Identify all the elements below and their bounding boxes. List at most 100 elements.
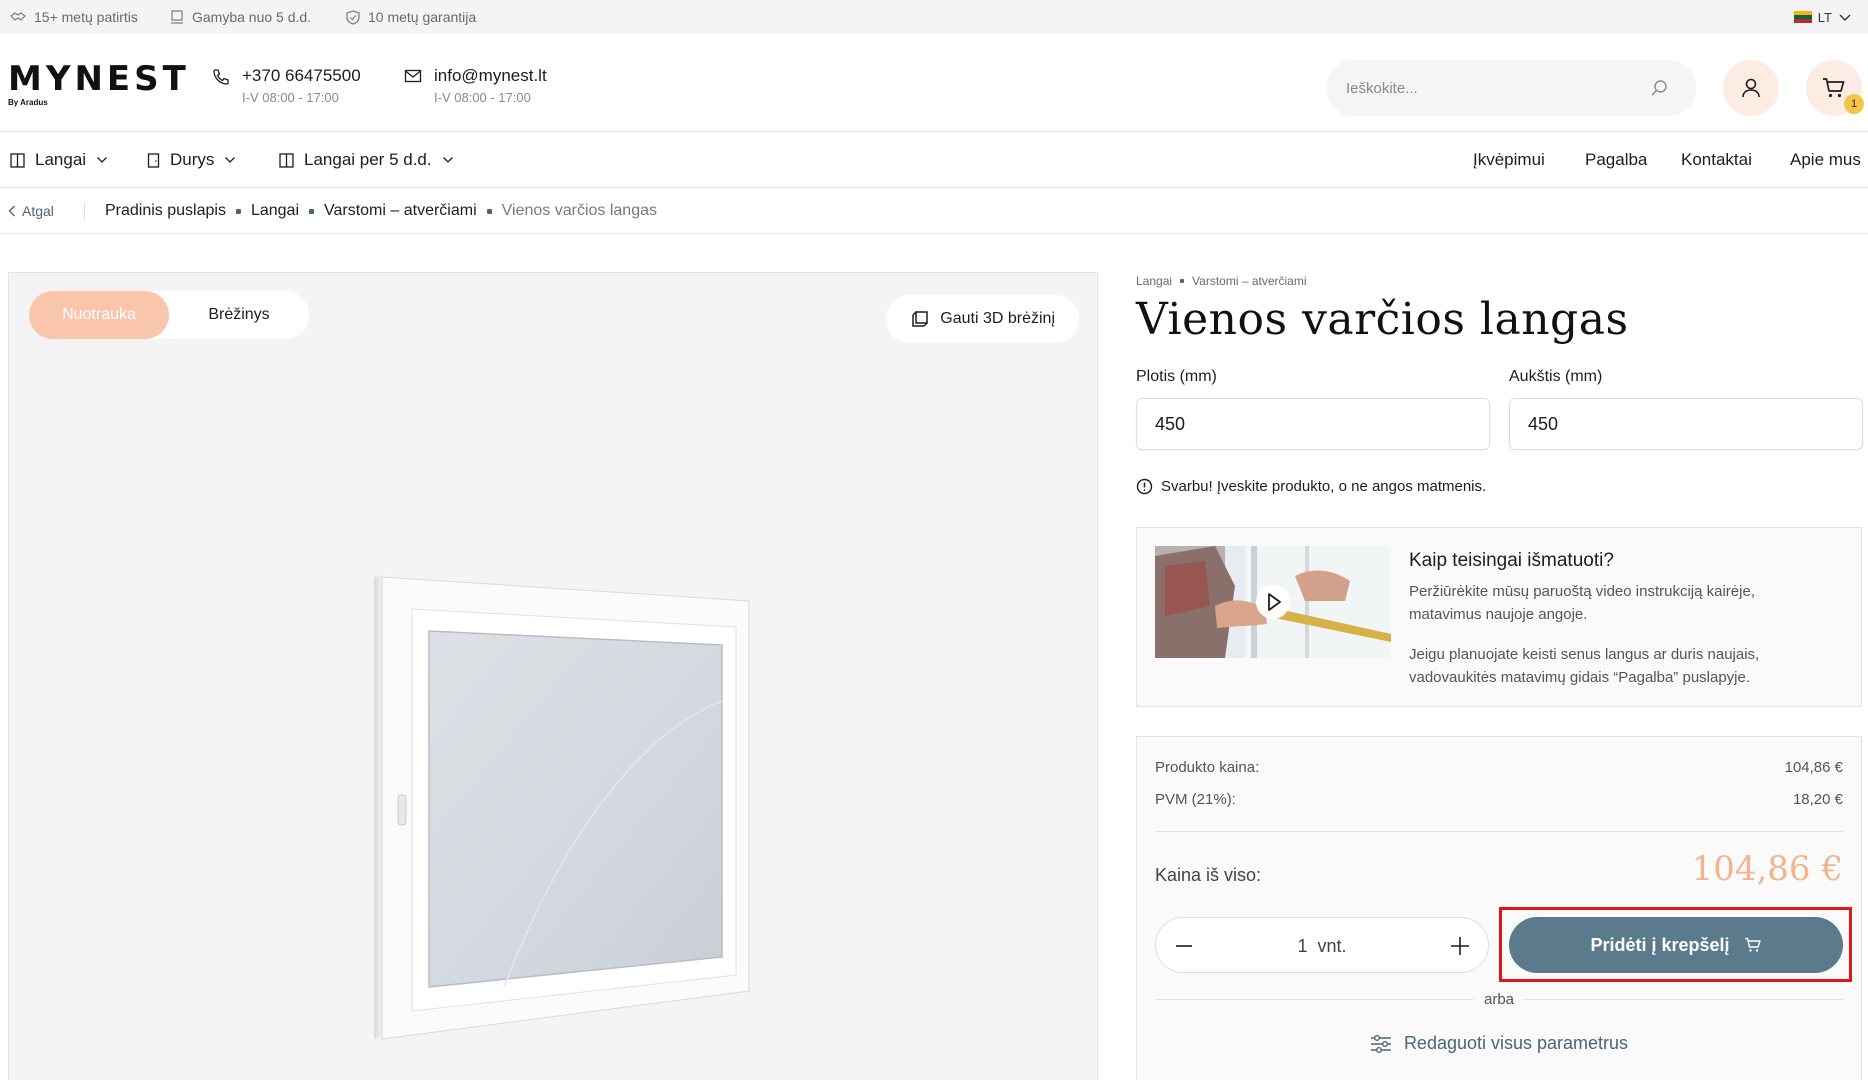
feature-warranty: 10 metų garantija [346,0,476,34]
dimension-warning: Svarbu! Įveskite produkto, o ne angos ma… [1136,478,1486,495]
experience-icon [10,12,26,21]
chevron-down-icon [225,157,236,163]
breadcrumb-separator [1180,279,1185,283]
search-input[interactable] [1346,60,1646,116]
nav-label: Įkvėpimui [1473,150,1545,169]
breadcrumb-list: Pradinis puslapis Langai Varstomi – atve… [105,188,657,234]
or-label: arba [1473,991,1525,1008]
add-to-cart-button[interactable]: Pridėti į krepšelį [1509,917,1843,973]
breadcrumb-item[interactable]: Varstomi – atverčiami [324,202,477,220]
quantity-display[interactable]: 1 vnt. [1212,918,1432,974]
decrease-quantity-button[interactable] [1156,918,1212,974]
email-contact[interactable]: info@mynest.lt I-V 08:00 - 17:00 [404,66,547,105]
height-input[interactable] [1509,398,1863,450]
back-link[interactable]: Atgal [8,188,54,234]
height-label: Aukštis (mm) [1509,368,1603,385]
get-3d-drawing-button[interactable]: Gauti 3D brėžinį [886,295,1079,343]
search-icon[interactable] [1650,79,1668,97]
gallery-tabs: Nuotrauka Brėžinys [29,291,309,339]
nav-item-langai-5dd[interactable]: Langai per 5 d.d. [279,132,454,188]
nav-link-pagalba[interactable]: Pagalba [1585,132,1647,188]
nav-link-kontaktai[interactable]: Kontaktai [1681,132,1752,188]
production-icon [171,10,183,24]
cart-button[interactable]: 1 [1806,60,1864,116]
plus-icon [1451,937,1469,955]
chevron-down-icon [442,157,453,163]
nav-item-langai[interactable]: Langai [10,132,108,188]
chevron-down-icon [1839,14,1851,21]
product-title: Vienos varčios langas [1136,294,1629,345]
vat-row: PVM (21%): 18,20 € [1155,791,1843,808]
width-input[interactable] [1136,398,1490,450]
price-summary: Produkto kaina: 104,86 € PVM (21%): 18,2… [1136,736,1862,1080]
measure-text-guide: Jeigu planuojate keisti senus langus ar … [1409,646,1760,686]
user-icon [1742,78,1760,98]
measure-guide-box: Kaip teisingai išmatuoti? Peržiūrėkite m… [1136,527,1862,707]
breadcrumb-separator [309,208,314,214]
feature-label: Gamyba nuo 5 d.d. [192,9,312,25]
get-3d-label: Gauti 3D brėžinį [940,310,1055,327]
breadcrumb-separator [235,208,241,214]
nav-item-durys[interactable]: Durys [147,132,236,188]
shield-icon [346,9,360,25]
minus-icon [1176,945,1192,947]
vat-value: 18,20 € [1792,791,1843,808]
tab-nuotrauka[interactable]: Nuotrauka [29,291,169,339]
door-icon [147,152,160,168]
search-box [1326,60,1696,116]
logo[interactable]: MYNEST By Aradus [8,62,190,107]
nav-link-apie-mus[interactable]: Apie mus [1790,132,1861,188]
total-price: 104,86 € [1691,849,1843,889]
product-gallery: Nuotrauka Brėžinys Gauti 3D brėžinį [8,272,1098,1080]
category-item[interactable]: Varstomi – atverčiami [1192,274,1306,288]
or-separator: arba [1137,991,1861,1008]
play-icon[interactable] [1255,584,1291,620]
main-navigation: Langai Durys Langai per 5 d.d. Įkvėpimui… [0,132,1868,188]
nav-label: Kontaktai [1681,150,1752,169]
back-label: Atgal [22,203,54,219]
chevron-left-icon [8,205,15,217]
account-button[interactable] [1723,60,1779,116]
warning-text: Svarbu! Įveskite produkto, o ne angos ma… [1161,478,1487,495]
edit-parameters-link[interactable]: Redaguoti visus parametrus [1137,1033,1861,1054]
phone-number[interactable]: +370 66475500 [242,66,361,86]
nav-label: Durys [170,150,215,169]
nav-label: Pagalba [1585,150,1648,169]
email-address[interactable]: info@mynest.lt [434,66,547,86]
edit-parameters-label: Redaguoti visus parametrus [1403,1033,1629,1053]
sliders-icon [1370,1034,1391,1053]
tab-brezinys[interactable]: Brėžinys [169,291,309,339]
add-to-cart-label: Pridėti į krepšelį [1590,934,1730,955]
nav-label: Apie mus [1790,150,1861,169]
language-selector[interactable]: LT [1793,0,1852,34]
product-category-path: Langai Varstomi – atverčiami [1136,274,1307,288]
window-product-image [374,575,750,1040]
product-price-value: 104,86 € [1784,759,1843,776]
width-label: Plotis (mm) [1136,368,1217,385]
measure-title: Kaip teisingai išmatuoti? [1409,550,1614,571]
phone-contact[interactable]: +370 66475500 I-V 08:00 - 17:00 [212,66,361,105]
increase-quantity-button[interactable] [1432,918,1488,974]
email-hours: I-V 08:00 - 17:00 [434,90,531,105]
mail-icon [404,69,422,83]
breadcrumb-item[interactable]: Langai [251,202,299,220]
feature-label: 10 metų garantija [368,9,477,25]
divider [84,202,85,220]
nav-label: Langai per 5 d.d. [304,150,432,169]
phone-icon [213,69,229,85]
measure-text-video: Peržiūrėkite mūsų paruoštą video instruk… [1409,583,1755,623]
breadcrumb-item[interactable]: Pradinis puslapis [105,202,226,220]
logo-text: MYNEST [8,59,190,99]
site-header: MYNEST By Aradus +370 66475500 I-V 08:00… [0,34,1868,132]
quantity-value: 1 [1297,935,1308,956]
nav-link-ikvepimui[interactable]: Įkvėpimui [1473,132,1545,188]
video-thumbnail[interactable] [1155,546,1391,658]
logo-subtext: By Aradus [8,98,48,107]
feature-experience: 15+ metų patirtis [10,0,138,34]
nav-label: Langai [35,150,87,169]
window-icon [279,152,294,168]
total-label: Kaina iš viso: [1155,865,1262,885]
divider [1155,831,1843,832]
vat-label: PVM (21%): [1155,791,1236,808]
category-item[interactable]: Langai [1136,274,1172,288]
